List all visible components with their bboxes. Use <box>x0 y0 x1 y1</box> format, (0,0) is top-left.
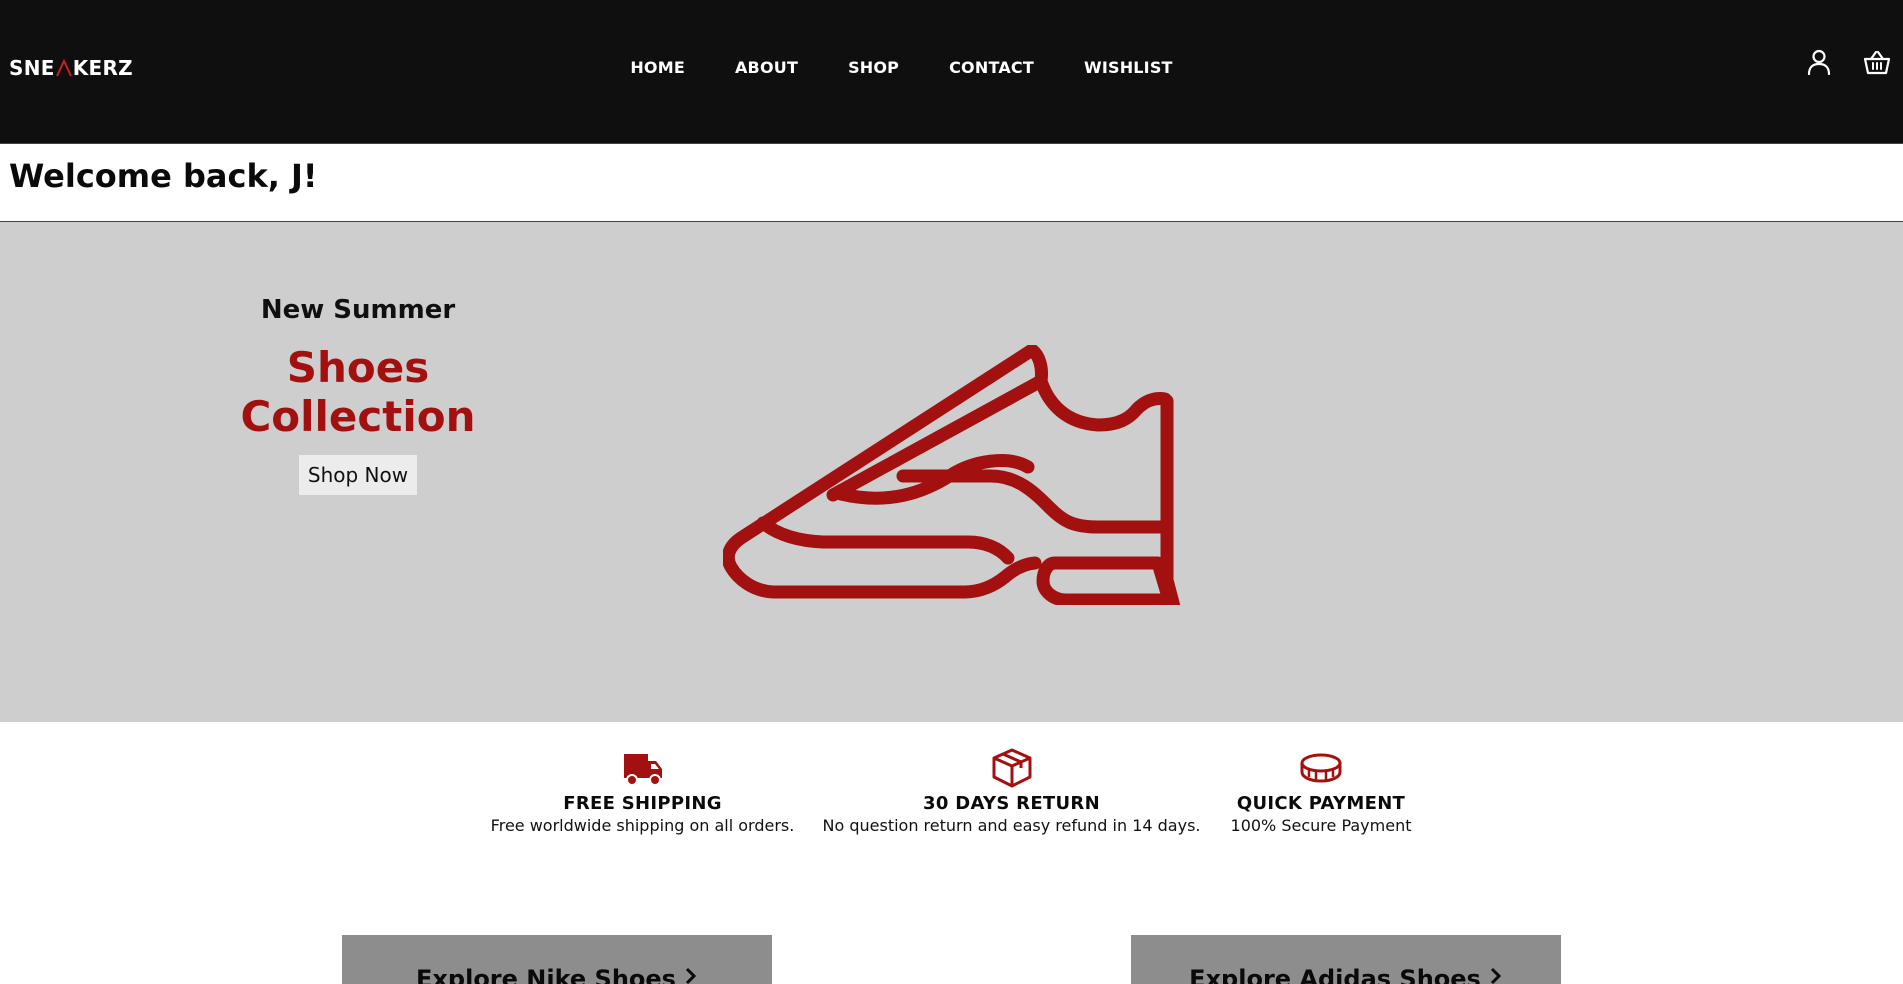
hero-text: New Summer Shoes Collection Shop Now <box>188 295 528 495</box>
feature-desc: 100% Secure Payment <box>1230 816 1412 835</box>
feature-30-days-return: 30 DAYS RETURN No question return and ea… <box>820 748 1203 835</box>
basket-icon[interactable] <box>1863 48 1891 76</box>
sneaker-icon <box>723 345 1181 605</box>
nav-home-link[interactable]: HOME <box>630 58 685 77</box>
nav-about-link[interactable]: ABOUT <box>735 58 798 77</box>
hero-title: Shoes Collection <box>240 343 476 441</box>
explore-nike-button[interactable]: Explore Nike Shoes <box>342 935 772 984</box>
feature-desc: No question return and easy refund in 14… <box>822 816 1201 835</box>
chevron-right-icon <box>1490 967 1501 984</box>
feature-free-shipping: FREE SHIPPING Free worldwide shipping on… <box>490 748 795 835</box>
chevron-right-icon <box>685 967 697 984</box>
explore-nike-label: Explore Nike Shoes <box>416 965 676 984</box>
shop-now-button[interactable]: Shop Now <box>298 455 418 495</box>
feature-title: FREE SHIPPING <box>563 793 722 814</box>
welcome-banner: Welcome back, J! <box>0 145 1903 222</box>
navbar: SNE KERZ HOME ABOUT SHOP CONTACT WISHLIS… <box>0 0 1903 144</box>
feature-desc: Free worldwide shipping on all orders. <box>490 816 795 835</box>
main-nav: HOME ABOUT SHOP CONTACT WISHLIST <box>0 58 1903 77</box>
box-icon <box>992 748 1031 788</box>
coin-icon <box>1300 753 1342 783</box>
user-icon[interactable] <box>1805 48 1833 76</box>
feature-title: 30 DAYS RETURN <box>923 793 1100 814</box>
truck-icon <box>623 754 662 786</box>
explore-adidas-label: Explore Adidas Shoes <box>1189 965 1481 984</box>
feature-quick-payment: QUICK PAYMENT 100% Secure Payment <box>1225 748 1417 835</box>
feature-title: QUICK PAYMENT <box>1236 793 1406 814</box>
explore-adidas-button[interactable]: Explore Adidas Shoes <box>1131 935 1561 984</box>
hero-kicker: New Summer <box>260 295 456 325</box>
nav-icons <box>1805 48 1891 76</box>
nav-contact-link[interactable]: CONTACT <box>949 58 1034 77</box>
features-strip: FREE SHIPPING Free worldwide shipping on… <box>0 722 1903 902</box>
welcome-heading: Welcome back, J! <box>9 157 318 195</box>
nav-shop-link[interactable]: SHOP <box>848 58 899 77</box>
nav-wishlist-link[interactable]: WISHLIST <box>1084 58 1173 77</box>
hero-section: New Summer Shoes Collection Shop Now <box>0 222 1903 722</box>
